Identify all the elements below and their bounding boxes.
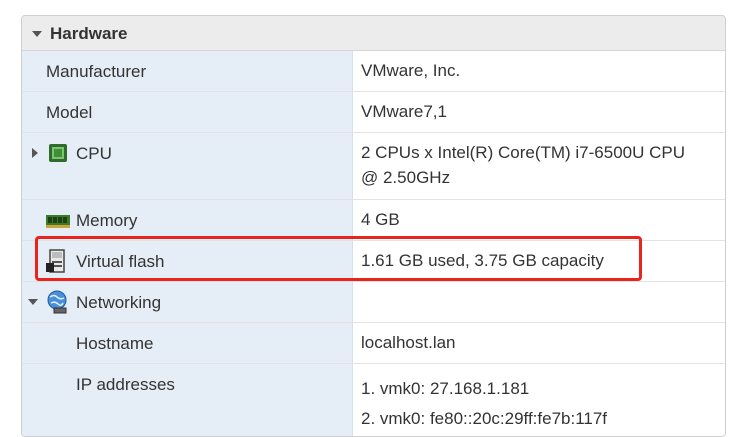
row-cpu: CPU 2 CPUs x Intel(R) Core(TM) i7-6500U …: [22, 133, 725, 200]
row-model: Model VMware7,1: [22, 92, 725, 133]
hostname-label: Hostname: [76, 334, 154, 353]
expand-cpu-icon[interactable]: [32, 148, 38, 158]
row-hostname: Hostname localhost.lan: [22, 323, 725, 364]
manufacturer-label: Manufacturer: [46, 62, 147, 81]
section-title: Hardware: [50, 24, 128, 43]
hardware-panel: Hardware Manufacturer VMware, Inc. Model…: [21, 15, 726, 437]
ip-address-item: 1. vmk0: 27.168.1.181: [361, 379, 530, 398]
model-value: VMware7,1: [361, 102, 447, 121]
ip-address-item: 2. vmk0: fe80::20c:29ff:fe7b:117f: [361, 409, 608, 428]
cpu-chip-icon: [49, 144, 67, 162]
memory-label: Memory: [76, 211, 138, 230]
row-memory: Memory 4 GB: [22, 200, 725, 241]
cpu-value-line1: 2 CPUs x Intel(R) Core(TM) i7-6500U CPU: [361, 143, 686, 162]
memory-module-icon: [46, 215, 70, 228]
model-label: Model: [46, 103, 93, 122]
hardware-section-header[interactable]: Hardware: [22, 16, 725, 51]
cpu-label: CPU: [76, 144, 112, 163]
collapse-caret-icon[interactable]: [32, 31, 42, 37]
cpu-value-line2: @ 2.50GHz: [361, 168, 451, 187]
virtual-flash-highlight-box: [35, 236, 642, 281]
manufacturer-value: VMware, Inc.: [361, 61, 461, 80]
collapse-networking-icon[interactable]: [28, 299, 38, 305]
hostname-value: localhost.lan: [361, 333, 456, 352]
networking-label: Networking: [76, 293, 162, 312]
row-networking: Networking: [22, 282, 725, 323]
memory-value: 4 GB: [361, 210, 400, 229]
globe-network-icon: [47, 290, 67, 314]
row-ip-addresses: IP addresses 1. vmk0: 27.168.1.181 2. vm…: [22, 364, 725, 436]
ip-addresses-label: IP addresses: [76, 375, 175, 394]
row-manufacturer: Manufacturer VMware, Inc.: [22, 51, 725, 92]
